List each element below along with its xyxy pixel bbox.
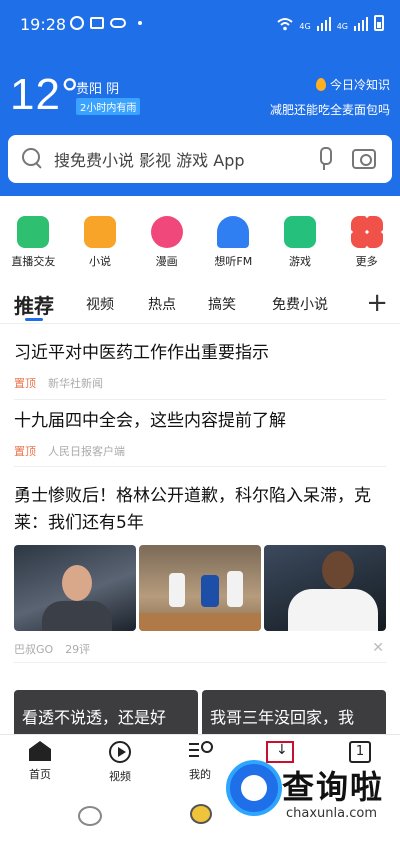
gallery-icon [90,17,104,29]
q-app-icon [70,16,84,30]
news-photo-coach [14,545,136,631]
nav-mine[interactable]: 我的 [170,741,230,782]
flame-icon [315,78,326,91]
watermark: 查询啦 chaxunla.com [224,758,400,844]
tab-hot[interactable]: 热点 [148,294,176,314]
headphones-icon [217,216,250,248]
news-item[interactable]: 勇士惨败后！格林公开道歉，科尔陷入呆滞，克莱：我们还有5年 [14,483,386,537]
bunny-icon[interactable] [78,806,102,826]
comment-count: 29评 [65,643,91,656]
divider [14,466,386,467]
knowledge-title: 今日冷知识 [329,78,390,92]
app-novel[interactable]: 小说 [67,216,133,276]
tab-funny[interactable]: 搞笑 [208,294,236,314]
news-photo-player [264,545,386,631]
more-grid-icon [350,216,383,248]
microphone-icon[interactable] [316,147,332,171]
chick-icon[interactable] [190,804,212,824]
search-bar[interactable]: 搜免费小说 影视 游戏 App [8,135,392,183]
watermark-logo-icon [226,760,282,816]
home-icon [29,741,51,761]
weather-temperature[interactable]: 12° [10,70,80,120]
signal-icon-1 [316,17,331,31]
dot-icon [138,21,142,25]
tab-free-novel[interactable]: 免费小说 [272,294,328,314]
tab-video[interactable]: 视频 [86,294,114,314]
rain-forecast-badge[interactable]: 2小时内有雨 [76,98,141,115]
video-cards: 看透不说透，还是好 我哥三年没回家，我 [14,690,386,736]
status-bar: 19:28 4G 4G [0,0,400,46]
news-source: 巴叔GO [14,643,54,656]
app-more[interactable]: 更多 [334,216,400,276]
nav-video[interactable]: 视频 [90,741,150,784]
status-notification-icons [70,16,142,30]
news-photos[interactable] [14,545,386,631]
video-card[interactable]: 看透不说透，还是好 [14,690,198,736]
news-title: 勇士惨败后！格林公开道歉，科尔陷入呆滞，克莱：我们还有5年 [14,486,371,533]
book-icon [83,216,116,248]
search-input[interactable]: 搜免费小说 影视 游戏 App [54,147,316,171]
status-system-icons: 4G 4G [277,15,384,31]
news-title: 十九届四中全会，这些内容提前了解 [14,411,286,431]
nav-home[interactable]: 首页 [10,741,70,782]
close-icon[interactable]: ✕ [372,640,384,656]
feed-tabs: 推荐 视频 热点 搞笑 免费小说 + [0,284,400,324]
video-card[interactable]: 我哥三年没回家，我 [202,690,386,736]
add-tab-icon[interactable]: + [366,288,388,318]
network-type-1: 4G [299,22,311,31]
weather-city[interactable]: 贵阳 阴 [76,78,119,97]
news-source: 人民日报客户端 [48,445,125,458]
divider [14,399,386,400]
news-item[interactable]: 十九届四中全会，这些内容提前了解 置顶 人民日报客户端 [14,408,386,459]
quick-apps-row: 直播交友 小说 漫画 想听FM 游戏 更多 [0,216,400,276]
news-meta: 巴叔GO 29评 [14,641,90,657]
search-icon [22,148,44,170]
tab-recommend[interactable]: 推荐 [14,290,54,319]
signal-icon-2 [354,17,368,31]
wifi-icon [277,17,294,31]
play-icon [109,741,131,763]
pinned-tag: 置顶 [14,377,36,390]
divider [14,662,386,663]
cloud-icon [110,18,126,28]
news-photo-game-action [139,545,261,631]
app-live[interactable]: 直播交友 [0,216,66,276]
app-comic[interactable]: 漫画 [134,216,200,276]
gamepad-icon [283,216,316,248]
app-fm[interactable]: 想听FM [200,216,266,276]
news-source: 新华社新闻 [48,377,103,390]
network-type-2: 4G [336,22,348,31]
live-video-icon [17,216,50,248]
app-game[interactable]: 游戏 [267,216,333,276]
knowledge-subtitle: 减肥还能吃全麦面包吗 [269,103,390,117]
active-tab-indicator [25,318,43,321]
camera-icon[interactable] [352,149,376,169]
news-item[interactable]: 习近平对中医药工作作出重要指示 置顶 新华社新闻 [14,340,386,391]
status-time: 19:28 [20,15,67,34]
profile-icon [189,741,213,761]
news-title: 习近平对中医药工作作出重要指示 [14,343,269,363]
battery-icon [374,15,384,31]
watermark-url: chaxunla.com [286,806,377,821]
comic-icon [150,216,183,248]
daily-knowledge[interactable]: 今日冷知识 减肥还能吃全麦面包吗 [270,76,390,118]
watermark-brand: 查询啦 [282,768,385,806]
pinned-tag: 置顶 [14,445,36,458]
